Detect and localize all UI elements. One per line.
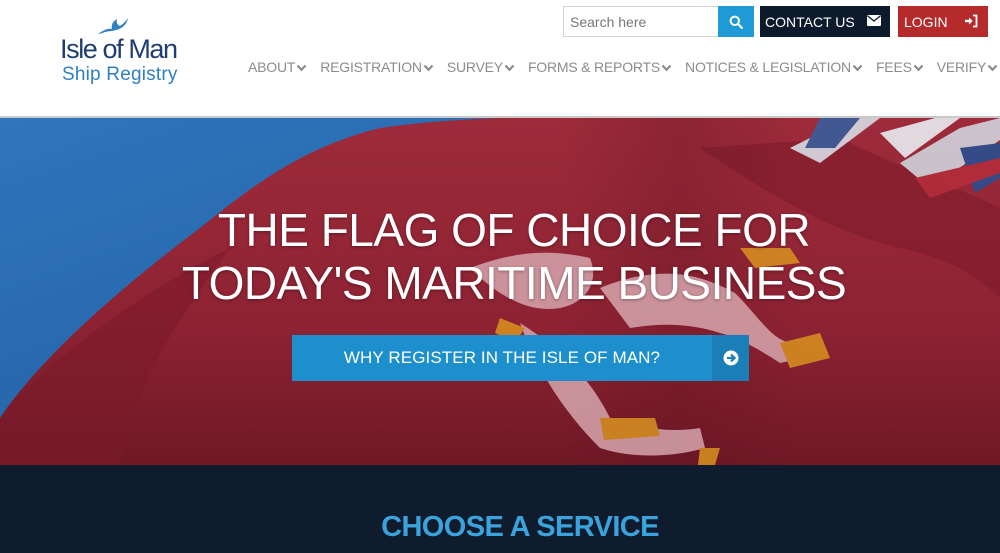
envelope-icon	[867, 15, 881, 26]
nav-item-label: FEES	[875, 59, 912, 75]
circle-arrow-right-icon	[723, 350, 738, 366]
nav-item-label: NOTICES & LEGISLATION	[685, 59, 851, 75]
nav-item-verify[interactable]: VERIFY	[937, 59, 998, 75]
login-label: LOGIN	[904, 13, 948, 30]
cta-arrow-box	[712, 335, 749, 381]
chevron-down-icon	[913, 64, 924, 71]
sign-in-icon	[965, 14, 978, 28]
nav-item-registration[interactable]: REGISTRATION	[320, 59, 434, 75]
choose-service-heading: CHOOSE A SERVICE	[381, 511, 659, 543]
nav-item-survey[interactable]: SURVEY	[447, 59, 515, 75]
chevron-down-icon	[423, 64, 434, 71]
search-icon	[729, 15, 743, 29]
nav-item-notices-legislation[interactable]: NOTICES & LEGISLATION	[685, 59, 863, 75]
nav-item-label: REGISTRATION	[320, 59, 422, 75]
chevron-down-icon	[296, 64, 307, 71]
chevron-down-icon	[987, 64, 998, 71]
site-logo[interactable]: Isle of Man Ship Registry	[60, 14, 210, 90]
why-register-button[interactable]: WHY REGISTER IN THE ISLE OF MAN?	[292, 335, 749, 381]
chevron-down-icon	[852, 64, 863, 71]
choose-service-section: CHOOSE A SERVICE	[0, 465, 1000, 553]
chevron-down-icon	[661, 64, 672, 71]
hero-headline-line-1: THE FLAG OF CHOICE FOR	[217, 204, 811, 256]
search-input[interactable]	[563, 6, 718, 37]
nav-item-fees[interactable]: FEES	[876, 59, 924, 75]
search-button[interactable]	[718, 6, 754, 37]
nav-item-label: VERIFY	[936, 59, 987, 75]
hero-banner: THE FLAG OF CHOICE FOR TODAY'S MARITIME …	[0, 118, 1000, 465]
nav-item-about[interactable]: ABOUT	[248, 59, 307, 75]
hero-headline-line-2: TODAY'S MARITIME BUSINESS	[181, 257, 847, 309]
hero-headline: THE FLAG OF CHOICE FOR TODAY'S MARITIME …	[0, 204, 1000, 310]
site-header: Isle of Man Ship Registry CONTACT US LOG…	[0, 0, 1000, 116]
contact-us-label: CONTACT US	[765, 13, 855, 30]
login-button[interactable]: LOGIN	[898, 6, 988, 37]
nav-item-label: ABOUT	[248, 59, 296, 75]
nav-item-label: FORMS & REPORTS	[527, 59, 661, 75]
logo-line-1: Isle of Man	[60, 34, 178, 64]
logo-line-2: Ship Registry	[62, 64, 178, 85]
main-nav: ABOUT REGISTRATION SURVEY FORMS & REPORT…	[248, 57, 998, 77]
nav-item-label: SURVEY	[446, 59, 503, 75]
chevron-down-icon	[504, 64, 515, 71]
why-register-label: WHY REGISTER IN THE ISLE OF MAN?	[343, 348, 661, 367]
contact-us-button[interactable]: CONTACT US	[760, 6, 890, 37]
nav-item-forms-reports[interactable]: FORMS & REPORTS	[528, 59, 672, 75]
